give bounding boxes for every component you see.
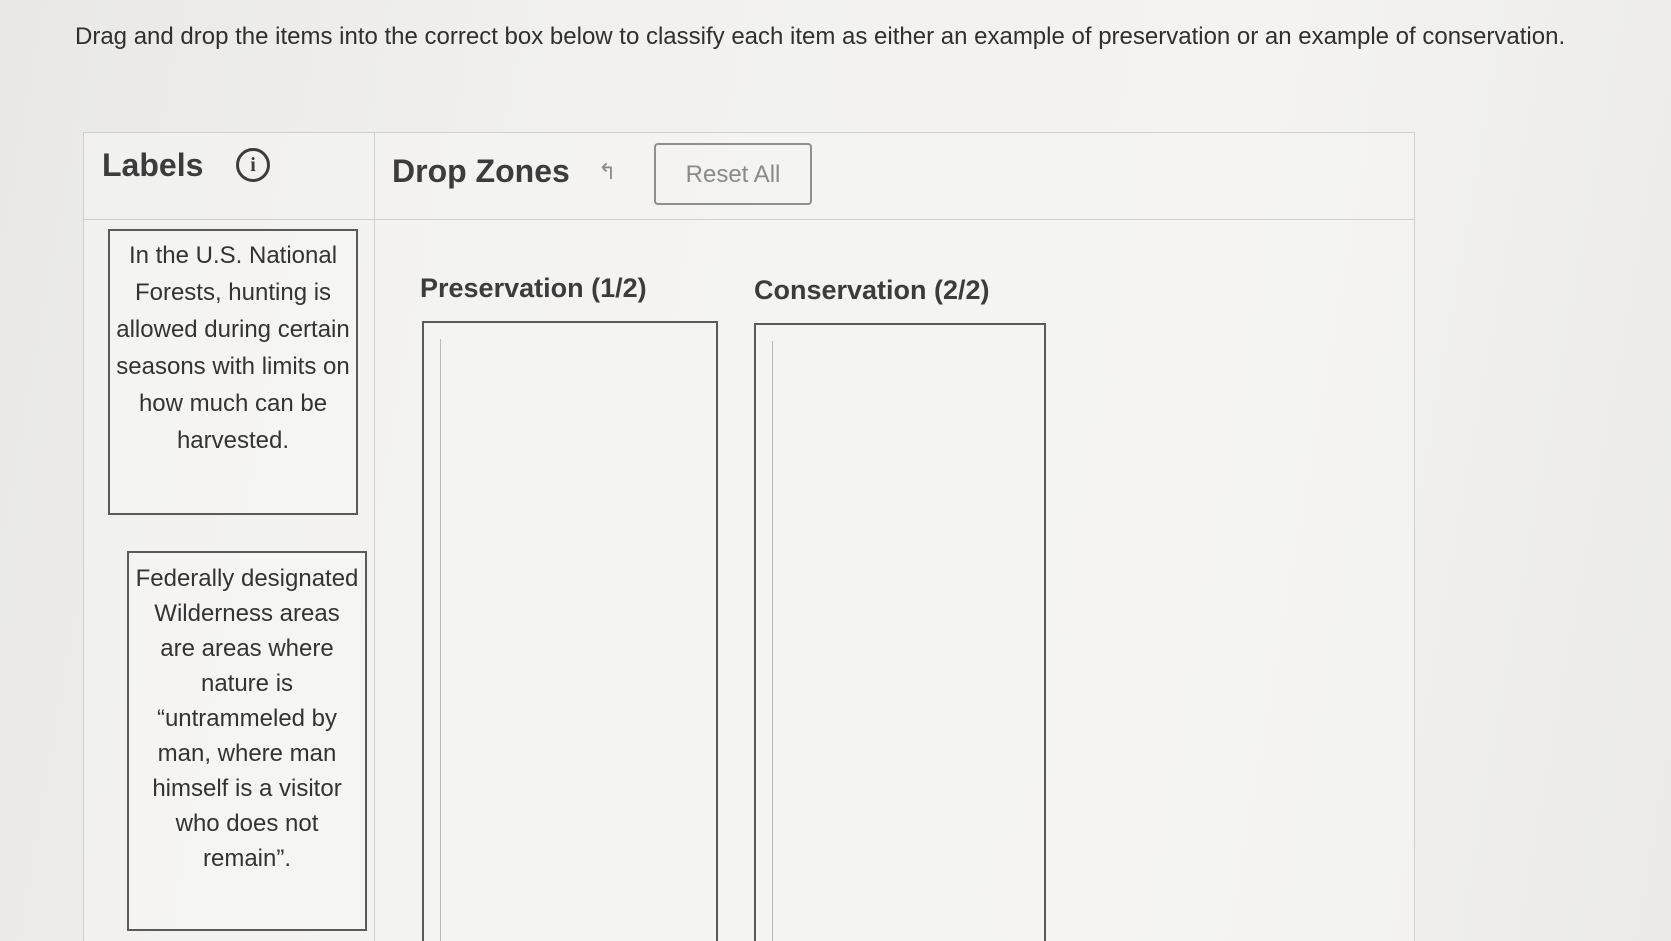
drop-zones-heading: Drop Zones bbox=[392, 153, 570, 189]
page: Drag and drop the items into the correct… bbox=[0, 0, 1671, 941]
preservation-drop-zone[interactable] bbox=[422, 321, 718, 941]
preservation-zone-label: Preservation (1/2) bbox=[420, 273, 647, 303]
drag-drop-panel: Labels i Drop Zones ↰ Reset All In the U… bbox=[83, 132, 1415, 941]
labels-heading: Labels bbox=[102, 147, 204, 183]
conservation-zone-label: Conservation (2/2) bbox=[754, 275, 990, 305]
label-card[interactable]: Federally designated Wilderness areas ar… bbox=[127, 551, 367, 931]
conservation-drop-zone[interactable] bbox=[754, 323, 1046, 941]
instructions-text: Drag and drop the items into the correct… bbox=[75, 23, 1566, 50]
info-icon[interactable]: i bbox=[236, 148, 270, 182]
undo-arrow-icon[interactable]: ↰ bbox=[598, 159, 616, 185]
column-divider bbox=[374, 133, 375, 941]
drop-zone-inner bbox=[772, 341, 1044, 941]
drop-zone-inner bbox=[440, 339, 716, 941]
label-card[interactable]: In the U.S. National Forests, hunting is… bbox=[108, 229, 358, 515]
reset-all-button[interactable]: Reset All bbox=[654, 143, 812, 205]
